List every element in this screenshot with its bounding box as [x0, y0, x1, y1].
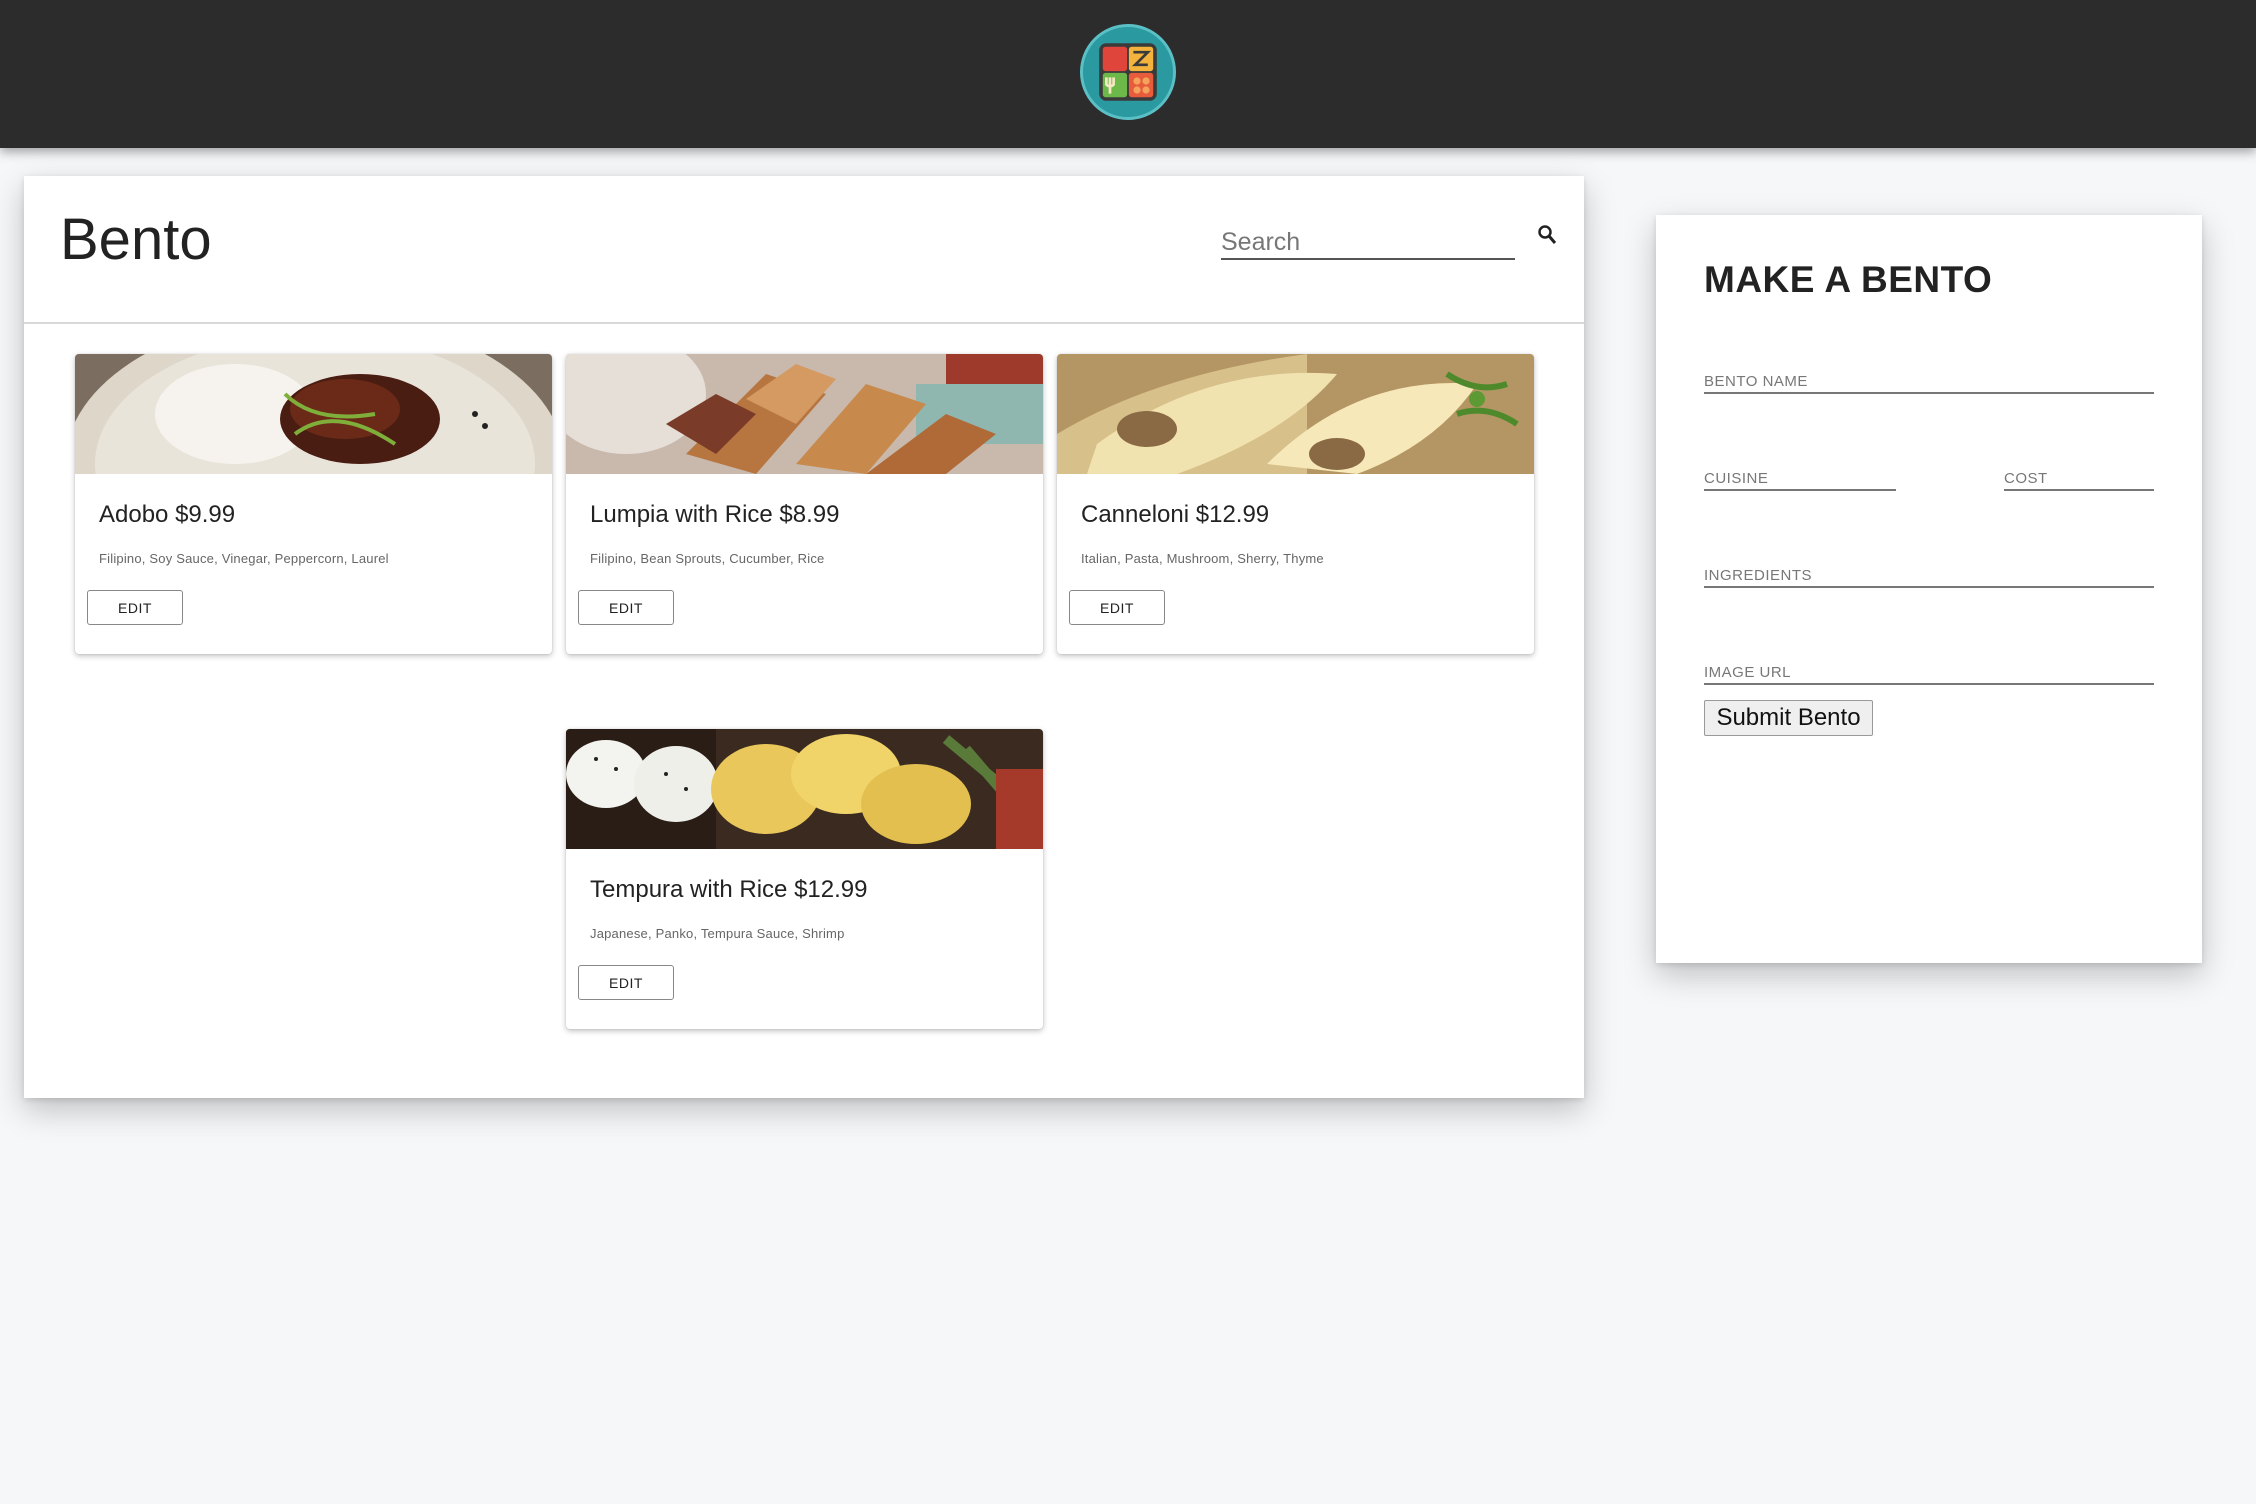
bento-image [566, 729, 1043, 849]
bento-title: Lumpia with Rice $8.99 [590, 501, 840, 528]
ingredients-field [1704, 554, 2154, 588]
cuisine-field [1704, 457, 1896, 491]
bento-image [75, 354, 552, 474]
ingredients-input[interactable] [1704, 554, 2154, 586]
bento-card: Lumpia with Rice $8.99 Filipino, Bean Sp… [566, 354, 1043, 654]
top-bar [0, 0, 2256, 148]
bento-logo-icon[interactable] [1080, 24, 1176, 120]
cuisine-input[interactable] [1704, 457, 1896, 489]
edit-button[interactable]: EDIT [87, 590, 183, 625]
bento-ingredients: Filipino, Soy Sauce, Vinegar, Peppercorn… [99, 551, 389, 566]
bento-title: Tempura with Rice $12.99 [590, 876, 868, 903]
bento-title: Canneloni $12.99 [1081, 501, 1270, 528]
bento-image [1057, 354, 1534, 474]
form-title: MAKE A BENTO [1704, 259, 1993, 300]
bento-ingredients: Italian, Pasta, Mushroom, Sherry, Thyme [1081, 551, 1324, 566]
bento-card: Adobo $9.99 Filipino, Soy Sauce, Vinegar… [75, 354, 552, 654]
edit-button[interactable]: EDIT [1069, 590, 1165, 625]
bento-name-field [1704, 360, 2154, 394]
bento-list-panel: Bento Search Adobo $9.99 Filipino, Soy S… [24, 176, 1584, 1098]
cost-input[interactable] [2004, 457, 2154, 489]
cost-field [2004, 457, 2154, 491]
make-bento-form: MAKE A BENTO Submit Bento [1656, 215, 2202, 963]
image-url-field [1704, 651, 2154, 685]
bento-ingredients: Filipino, Bean Sprouts, Cucumber, Rice [590, 551, 825, 566]
edit-button[interactable]: EDIT [578, 965, 674, 1000]
submit-bento-button[interactable]: Submit Bento [1704, 700, 1873, 736]
bento-ingredients: Japanese, Panko, Tempura Sauce, Shrimp [590, 926, 845, 941]
bento-title: Adobo $9.99 [99, 501, 236, 528]
bento-card: Canneloni $12.99 Italian, Pasta, Mushroo… [1057, 354, 1534, 654]
bento-name-input[interactable] [1704, 360, 2154, 392]
bento-grid: Adobo $9.99 Filipino, Soy Sauce, Vinegar… [24, 176, 1584, 1098]
edit-button[interactable]: EDIT [578, 590, 674, 625]
image-url-input[interactable] [1704, 651, 2154, 683]
bento-image [566, 354, 1043, 474]
bento-card: Tempura with Rice $12.99 Japanese, Panko… [566, 729, 1043, 1029]
